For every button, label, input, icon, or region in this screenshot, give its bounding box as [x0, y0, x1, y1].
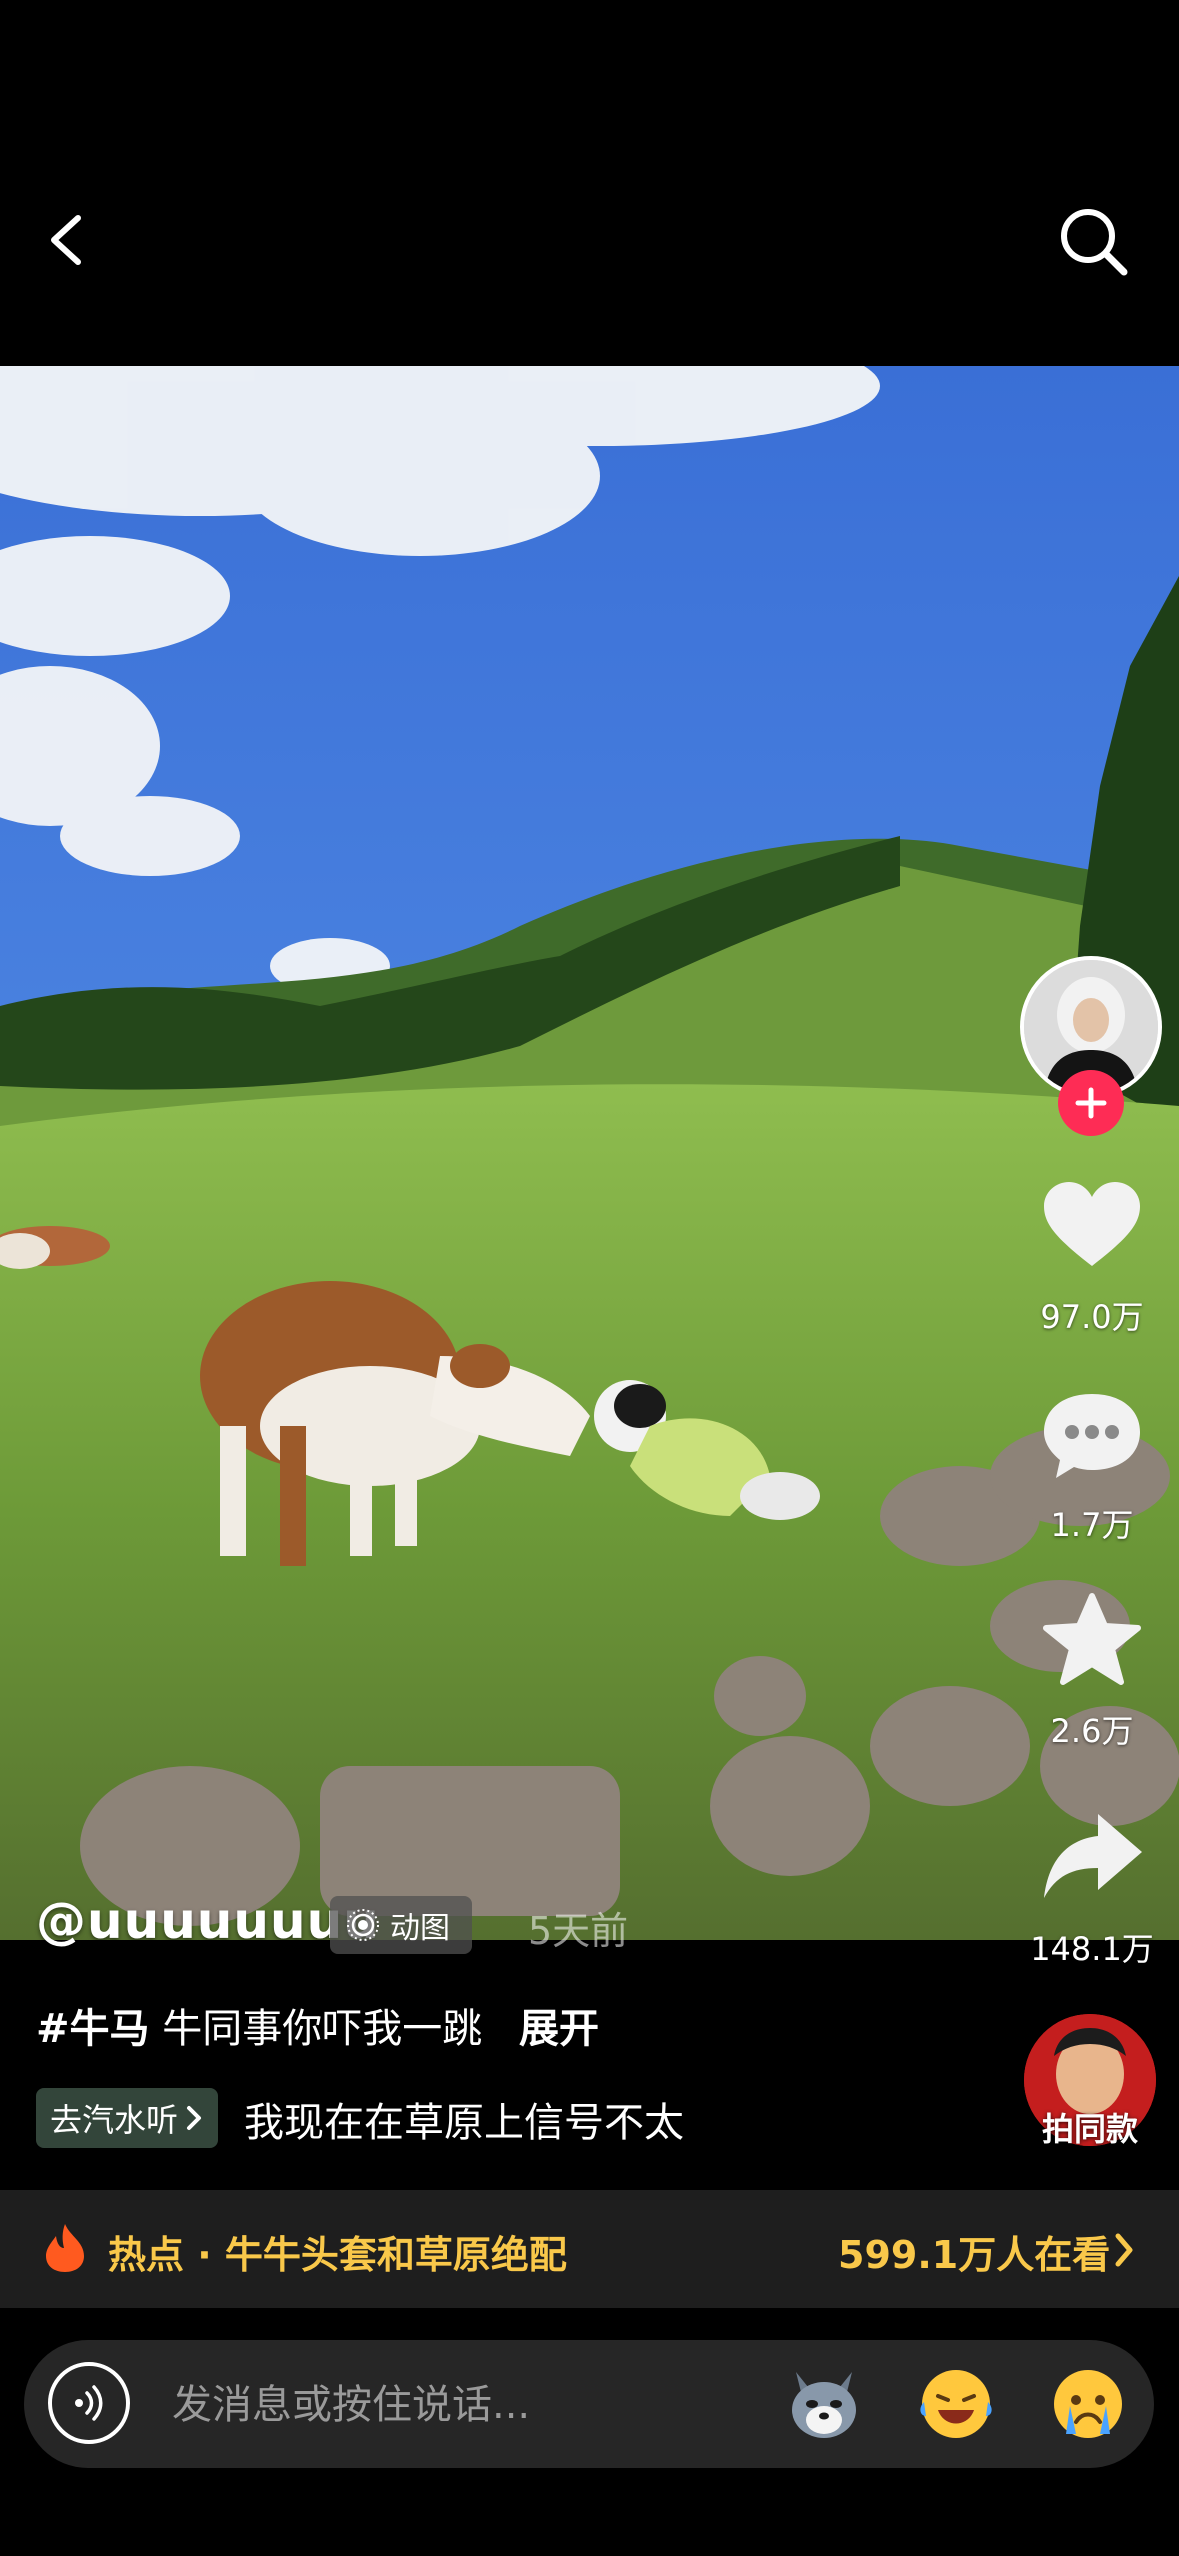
- message-input[interactable]: [170, 2374, 734, 2436]
- share-icon: [1044, 1814, 1142, 1898]
- music-app-button[interactable]: 去汽水听: [36, 2088, 219, 2148]
- caption-text: 牛同事你吓我一跳: [162, 2006, 483, 2052]
- chevron-right-icon[interactable]: [1112, 2230, 1136, 2274]
- wolf-emoji-icon: [792, 2372, 856, 2438]
- favorite-button[interactable]: [1036, 1586, 1148, 1698]
- live-photo-badge: 动图: [330, 1896, 472, 1954]
- post-caption: #牛马 牛同事你吓我一跳 展开: [36, 1996, 599, 2054]
- like-button[interactable]: [1036, 1172, 1148, 1284]
- favorite-count: 2.6万: [1050, 1712, 1134, 1750]
- cry-emoji-icon: [1054, 2370, 1122, 2438]
- hashtag-link[interactable]: #牛马: [36, 2006, 150, 2052]
- heart-icon: [1044, 1182, 1140, 1266]
- author-username[interactable]: @uuuuuuuu: [36, 1892, 380, 1950]
- same-style-label[interactable]: 拍同款: [1010, 2104, 1170, 2150]
- chevron-left-icon: [51, 215, 81, 265]
- laugh-cry-emoji-icon: [920, 2370, 992, 2438]
- comment-icon: [1044, 1394, 1140, 1478]
- trending-topic[interactable]: 热点 · 牛牛头套和草原绝配: [108, 2224, 567, 2279]
- music-title[interactable]: 我现在在草原上信号不太: [244, 2090, 724, 2148]
- search-button[interactable]: [1050, 198, 1140, 288]
- post-time: 5天前: [528, 1909, 629, 1953]
- emoji-wolf-button[interactable]: [782, 2362, 866, 2446]
- like-count: 97.0万: [1040, 1298, 1144, 1336]
- music-app-label: 去汽水听: [50, 2101, 179, 2139]
- star-icon: [1043, 1593, 1141, 1685]
- voice-icon: [75, 2385, 103, 2421]
- comment-count: 1.7万: [1050, 1506, 1134, 1544]
- share-button[interactable]: [1036, 1800, 1148, 1912]
- back-button[interactable]: [40, 200, 100, 280]
- badge-label: 动图: [390, 1911, 450, 1946]
- trending-viewers: 599.1万人在看: [838, 2233, 1111, 2277]
- flame-icon: [40, 2222, 90, 2278]
- live-photo-icon: [347, 1909, 379, 1941]
- emoji-laugh-cry-button[interactable]: [914, 2362, 998, 2446]
- chevron-right-icon: [187, 2106, 202, 2130]
- emoji-cry-button[interactable]: [1046, 2362, 1130, 2446]
- voice-button[interactable]: [48, 2362, 130, 2444]
- expand-button[interactable]: 展开: [519, 2006, 599, 2052]
- follow-button[interactable]: [1058, 1070, 1124, 1136]
- comment-button[interactable]: [1036, 1380, 1148, 1492]
- search-icon: [1061, 209, 1128, 276]
- plus-icon: [1075, 1087, 1107, 1119]
- share-count: 148.1万: [1030, 1930, 1154, 1968]
- video-player[interactable]: [0, 366, 1179, 1940]
